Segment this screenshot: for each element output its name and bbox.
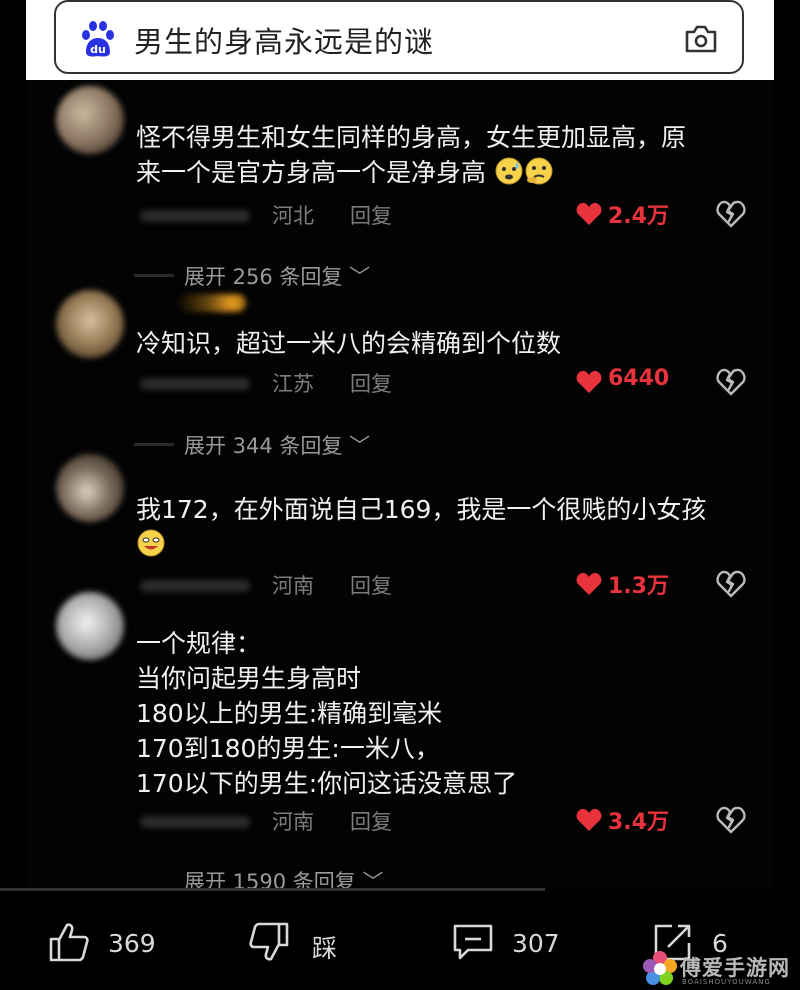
search-query[interactable]: 男生的身高永远是的谜: [134, 19, 434, 61]
comment-meta: 河南 回复 1.3万: [136, 570, 766, 600]
expand-replies-button[interactable]: 展开 344 条回复 ﹀: [134, 430, 371, 460]
blurred-username: [140, 210, 250, 222]
screen-edge-right: [774, 0, 800, 80]
like-button[interactable]: 369: [48, 921, 168, 965]
avatar[interactable]: [56, 592, 124, 660]
expand-replies-label: 展开 1590 条回复: [184, 870, 356, 888]
comment-line: 一个规律：: [136, 629, 262, 658]
comment-list: 怪不得男生和女生同样的身高，女生更加显高，原 来一个是官方身高一个是净身高 河北…: [26, 80, 774, 888]
like-count: 1.3万: [608, 574, 669, 599]
screen-edge-left: [0, 0, 26, 80]
region-label: 河南: [272, 810, 314, 834]
comment-meta: 河北 回复 2.4万: [136, 200, 766, 230]
broken-heart-icon[interactable]: [716, 570, 746, 598]
search-header: du 男生的身高永远是的谜: [0, 0, 800, 80]
blurred-badge: [176, 294, 246, 312]
heart-icon[interactable]: [576, 202, 602, 226]
search-box[interactable]: du 男生的身高永远是的谜: [54, 0, 744, 74]
comment-line: 来一个是官方身高一个是净身高: [136, 158, 487, 187]
blurred-username: [140, 378, 250, 390]
comment-meta: 河南 回复 3.4万: [136, 806, 766, 836]
heart-icon[interactable]: [576, 808, 602, 832]
reply-button[interactable]: 回复: [350, 806, 392, 836]
flower-logo-icon: [643, 951, 677, 985]
like-count: 3.4万: [608, 810, 669, 835]
comment-text: 我172，在外面说自己169，我是一个很贱的小女孩: [136, 492, 706, 562]
chevron-down-icon: ﹀: [342, 265, 371, 289]
site-watermark: 傅爱手游网 BOAISHOUYOUWANG: [640, 948, 800, 990]
broken-heart-icon[interactable]: [716, 200, 746, 228]
comment-line: 怪不得男生和女生同样的身高，女生更加显高，原: [136, 123, 687, 152]
expand-replies-label: 展开 344 条回复: [184, 434, 343, 458]
like-count-label: 369: [108, 929, 156, 958]
reply-button[interactable]: 回复: [350, 200, 392, 230]
expand-replies-button[interactable]: 展开 256 条回复 ﹀: [134, 261, 371, 291]
comment-button[interactable]: 307: [452, 921, 572, 965]
dislike-button[interactable]: 踩: [248, 921, 348, 965]
grinning-emoji-icon: [137, 529, 165, 557]
comment-text: 怪不得男生和女生同样的身高，女生更加显高，原 来一个是官方身高一个是净身高: [136, 120, 686, 190]
comment-line: 170到180的男生:一米八，: [136, 734, 440, 763]
chevron-down-icon: ﹀: [342, 434, 371, 458]
comment-line: 我172，在外面说自己169，我是一个很贱的小女孩: [136, 495, 707, 524]
thumbs-down-icon: [249, 922, 289, 961]
region-label: 河北: [272, 204, 314, 228]
svg-text:du: du: [90, 43, 106, 56]
baidu-paw-icon: du: [82, 21, 114, 57]
comment-text: 一个规律： 当你问起男生身高时 180以上的男生:精确到毫米 170到180的男…: [136, 626, 517, 801]
comment-count-label: 307: [512, 929, 560, 958]
thumbs-up-icon: [49, 923, 89, 962]
comment-line: 170以下的男生:你问这话没意思了: [136, 769, 518, 798]
expand-replies-label: 展开 256 条回复: [184, 265, 343, 289]
camera-icon[interactable]: [684, 24, 718, 54]
comment-text: 冷知识，超过一米八的会精确到个位数: [136, 326, 561, 361]
reply-button[interactable]: 回复: [350, 570, 392, 600]
broken-heart-icon[interactable]: [716, 806, 746, 834]
comment-meta: 江苏 回复 6440: [136, 366, 766, 398]
thinking-emoji-icon: [525, 157, 553, 185]
region-label: 江苏: [272, 372, 314, 396]
chevron-down-icon: ﹀: [355, 870, 384, 888]
like-count: 2.4万: [608, 204, 669, 229]
comment-line: 冷知识，超过一米八的会精确到个位数: [136, 329, 562, 358]
heart-icon[interactable]: [576, 572, 602, 596]
blurred-username: [140, 580, 250, 592]
broken-heart-icon[interactable]: [716, 368, 746, 396]
watermark-subtext: BOAISHOUYOUWANG: [682, 978, 771, 986]
comment-line: 当你问起男生身高时: [136, 664, 362, 693]
dislike-label: 踩: [312, 934, 338, 963]
comment-line: 180以上的男生:精确到毫米: [136, 699, 443, 728]
heart-icon[interactable]: [576, 370, 602, 394]
reply-divider: [134, 443, 174, 446]
like-count: 6440: [608, 366, 670, 391]
avatar[interactable]: [56, 86, 124, 154]
blurred-username: [140, 816, 250, 828]
reply-divider: [134, 274, 174, 277]
avatar[interactable]: [56, 290, 124, 358]
comment-bubble-icon: [453, 924, 493, 960]
expand-replies-button[interactable]: 展开 1590 条回复 ﹀: [184, 866, 383, 888]
region-label: 河南: [272, 574, 314, 598]
reply-button[interactable]: 回复: [350, 368, 392, 398]
sweating-emoji-icon: [495, 157, 523, 185]
avatar[interactable]: [56, 454, 124, 522]
